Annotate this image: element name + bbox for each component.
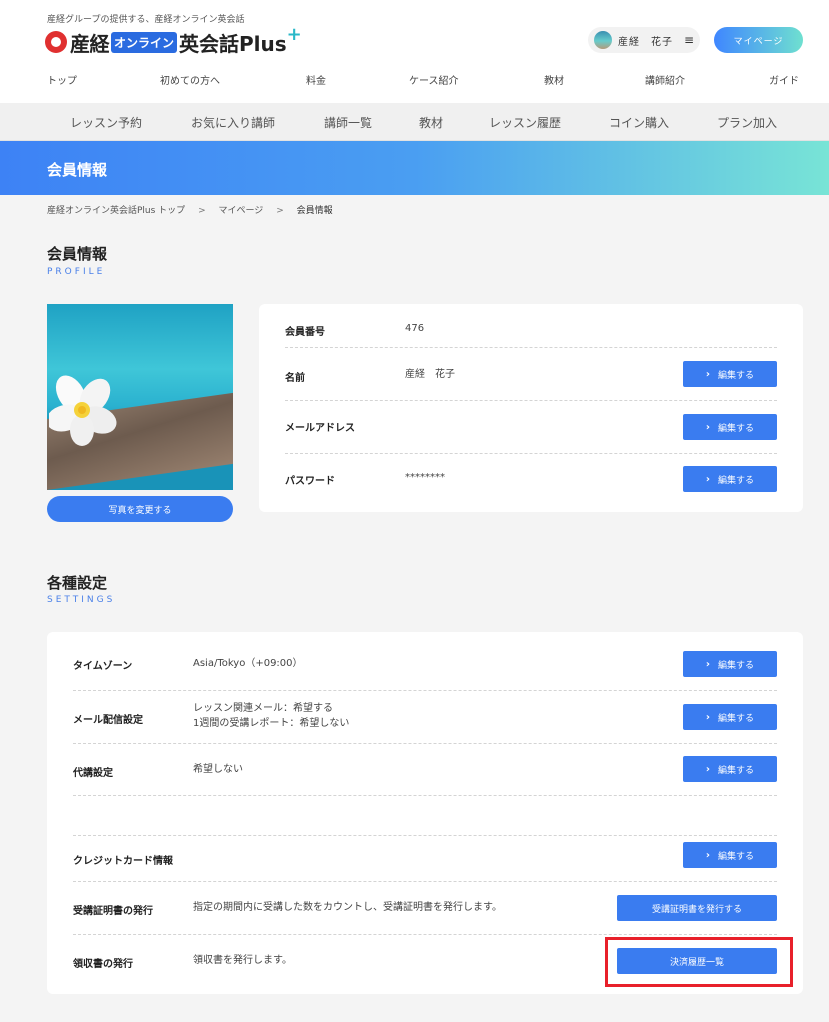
subnav-item-join-plan[interactable]: プラン加入: [717, 114, 777, 131]
subnav-item-favorite-tutors[interactable]: お気に入り講師: [191, 114, 275, 131]
edit-button-label: 編集する: [718, 765, 755, 776]
profile-section-title: 会員情報: [47, 245, 108, 263]
edit-password-button[interactable]: › 編集する: [683, 466, 777, 492]
highlight-box: [605, 937, 793, 987]
edit-name-button[interactable]: › 編集する: [683, 361, 777, 387]
change-photo-button[interactable]: 写真を変更する: [47, 496, 233, 522]
profile-row-member-number: 会員番号 476: [285, 304, 777, 348]
name-label: 名前: [285, 373, 305, 384]
subnav-item-lesson-booking[interactable]: レッスン予約: [70, 114, 142, 131]
site-header: 産経グループの提供する、産経オンライン英会話 産経 オンライン 英会話Plus …: [0, 0, 829, 103]
mail-lesson-setting: レッスン関連メール：希望する: [193, 703, 333, 714]
settings-row-mail: メール配信設定 レッスン関連メール：希望する 1週間の受講レポート：希望しない …: [73, 691, 777, 744]
topnav-item-guide[interactable]: ガイド: [769, 72, 799, 87]
edit-button-label: 編集する: [718, 851, 755, 862]
settings-section-subtitle: SETTINGS: [47, 595, 116, 605]
member-number-label: 会員番号: [285, 327, 325, 338]
settings-row-timezone: タイムゾーン Asia/Tokyo（+09:00） › 編集する: [73, 632, 777, 691]
subnav-item-buy-coins[interactable]: コイン購入: [609, 114, 669, 131]
settings-row-credit-card: クレジットカード情報 › 編集する: [73, 836, 777, 882]
edit-button-label: 編集する: [718, 713, 755, 724]
profile-card: 会員番号 476 名前 産経 花子 › 編集する メールアドレス › 編集する …: [259, 304, 803, 512]
profile-row-password: パスワード ******** › 編集する: [285, 454, 777, 512]
receipt-description: 領収書を発行します。: [193, 955, 292, 966]
site-logo[interactable]: 産経 オンライン 英会話Plus +: [45, 24, 302, 56]
name-value: 産経 花子: [405, 369, 455, 380]
edit-email-button[interactable]: › 編集する: [683, 414, 777, 440]
breadcrumb-separator: >: [276, 206, 284, 216]
topnav-item-materials[interactable]: 教材: [544, 72, 564, 87]
breadcrumb-item-home[interactable]: 産経オンライン英会話Plus トップ: [47, 206, 185, 216]
settings-row-certificate: 受講証明書の発行 指定の期間内に受講した数をカウントし、受講証明書を発行します。…: [73, 882, 777, 935]
logo-text-main: 産経: [70, 31, 110, 56]
edit-timezone-button[interactable]: › 編集する: [683, 651, 777, 677]
topnav-item-tutors[interactable]: 講師紹介: [645, 72, 685, 87]
plumeria-flower-image: [49, 375, 117, 446]
breadcrumb-current: 会員情報: [296, 206, 333, 216]
top-navigation: トップ 初めての方へ 料金 ケース紹介 教材 講師紹介 ガイド: [0, 72, 829, 87]
substitute-label: 代講設定: [73, 768, 113, 779]
settings-row-spacer: [73, 796, 777, 836]
logo-mark-icon: [45, 31, 67, 53]
page-title: 会員情報: [47, 161, 108, 179]
member-subnav: レッスン予約 お気に入り講師 講師一覧 教材 レッスン履歴 コイン購入 プラン加…: [0, 103, 829, 141]
timezone-label: タイムゾーン: [73, 661, 133, 672]
logo-text-rest: 英会話Plus: [179, 31, 287, 56]
breadcrumb-separator: >: [198, 206, 206, 216]
settings-row-substitute: 代講設定 希望しない › 編集する: [73, 744, 777, 796]
chevron-right-icon: ›: [705, 711, 711, 723]
certificate-description: 指定の期間内に受講した数をカウントし、受講証明書を発行します。: [193, 902, 502, 913]
topnav-item-pricing[interactable]: 料金: [306, 72, 326, 87]
credit-card-label: クレジットカード情報: [73, 856, 173, 867]
logo-plus-mark: +: [286, 23, 302, 45]
member-number-value: 476: [405, 323, 425, 334]
chevron-right-icon: ›: [705, 763, 711, 775]
topnav-item-beginners[interactable]: 初めての方へ: [160, 72, 220, 87]
breadcrumb-item-mypage[interactable]: マイページ: [218, 206, 263, 216]
breadcrumb: 産経オンライン英会話Plus トップ > マイページ > 会員情報: [47, 203, 333, 216]
settings-section-title: 各種設定: [47, 574, 108, 592]
chevron-right-icon: ›: [705, 849, 711, 861]
chevron-right-icon: ›: [705, 421, 711, 433]
subnav-item-tutor-list[interactable]: 講師一覧: [324, 114, 372, 131]
logo-text-online: オンライン: [111, 31, 178, 53]
mail-settings-label: メール配信設定: [73, 715, 143, 726]
certificate-label: 受講証明書の発行: [73, 906, 153, 917]
subnav-item-lesson-history[interactable]: レッスン履歴: [489, 114, 561, 131]
topnav-item-top[interactable]: トップ: [47, 72, 77, 87]
hamburger-menu-icon[interactable]: ≡: [684, 33, 694, 47]
chevron-right-icon: ›: [705, 368, 711, 380]
edit-button-label: 編集する: [718, 370, 755, 381]
receipt-label: 領収書の発行: [73, 959, 133, 970]
edit-button-label: 編集する: [718, 475, 755, 486]
page-banner: 会員情報: [0, 141, 829, 195]
chevron-right-icon: ›: [705, 473, 711, 485]
edit-mail-button[interactable]: › 編集する: [683, 704, 777, 730]
substitute-value: 希望しない: [193, 764, 243, 775]
topnav-item-cases[interactable]: ケース紹介: [409, 72, 459, 87]
password-value: ********: [405, 472, 445, 483]
mypage-button[interactable]: マイページ: [714, 27, 803, 53]
password-label: パスワード: [285, 476, 335, 487]
profile-section-subtitle: PROFILE: [47, 267, 106, 277]
mail-report-setting: 1週間の受講レポート：希望しない: [193, 718, 350, 729]
issue-certificate-button[interactable]: 受講証明書を発行する: [617, 895, 777, 921]
edit-credit-card-button[interactable]: › 編集する: [683, 842, 777, 868]
timezone-value: Asia/Tokyo（+09:00）: [193, 658, 303, 669]
email-label: メールアドレス: [285, 423, 355, 434]
edit-button-label: 編集する: [718, 423, 755, 434]
tagline: 産経グループの提供する、産経オンライン英会話: [47, 15, 245, 25]
profile-row-email: メールアドレス › 編集する: [285, 401, 777, 454]
chevron-right-icon: ›: [705, 658, 711, 670]
edit-substitute-button[interactable]: › 編集する: [683, 756, 777, 782]
subnav-item-materials[interactable]: 教材: [419, 114, 443, 131]
profile-row-name: 名前 産経 花子 › 編集する: [285, 348, 777, 401]
user-menu[interactable]: 産経 花子 ≡: [588, 27, 700, 53]
profile-photo: [47, 304, 233, 490]
edit-button-label: 編集する: [718, 660, 755, 671]
avatar: [594, 31, 612, 49]
user-name: 産経 花子: [618, 36, 673, 48]
